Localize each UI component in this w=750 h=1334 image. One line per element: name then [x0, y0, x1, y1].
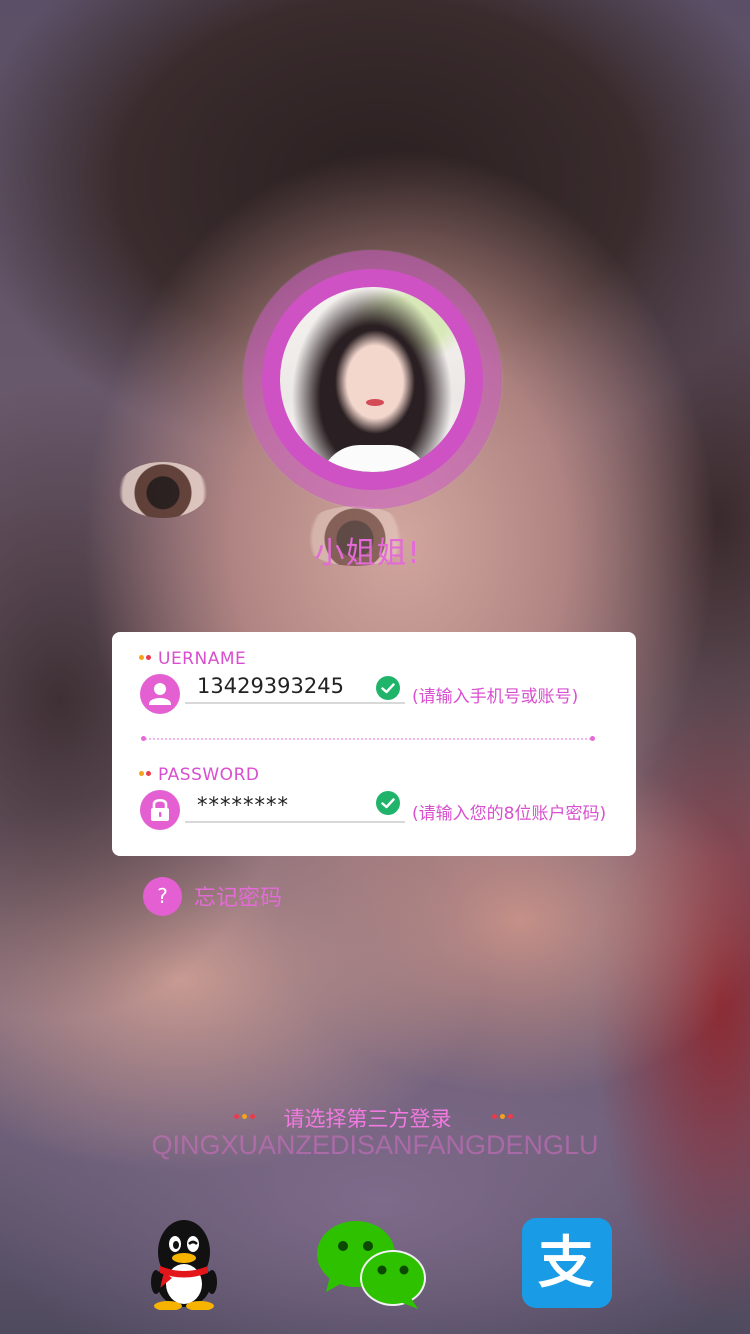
avatar[interactable]: [280, 287, 465, 472]
avatar-shirt: [320, 445, 430, 472]
avatar-ring-inner: [262, 269, 483, 490]
alipay-login-button[interactable]: 支: [522, 1218, 612, 1310]
third-party-pinyin: QINGXUANZEDISANFANGDENGLU: [151, 1130, 599, 1160]
wechat-login-button[interactable]: [316, 1218, 428, 1310]
username-hint: (请输入手机号或账号): [412, 687, 579, 707]
forgot-password-link[interactable]: ? 忘记密码: [143, 876, 282, 916]
background-eye-left: [118, 462, 208, 518]
qq-penguin-icon: [151, 1220, 217, 1311]
password-hint: (请输入您的8位账户密码): [412, 804, 607, 824]
user-icon: [140, 674, 180, 714]
label-dots: [139, 771, 157, 777]
nickname: 小姐姐!: [314, 536, 421, 571]
lock-icon: [140, 790, 180, 830]
login-card: UERNAME (请输入手机号或账号) PASSWORD (请输入您的8位账户密…: [112, 632, 636, 856]
username-label: UERNAME: [139, 649, 246, 669]
label-dots: [139, 655, 157, 661]
avatar-lips: [366, 399, 384, 406]
forgot-password-label: 忘记密码: [194, 886, 283, 911]
alipay-icon: 支: [522, 1218, 612, 1308]
question-icon: ?: [143, 876, 182, 916]
username-check-icon: [376, 676, 400, 700]
password-check-icon: [376, 791, 400, 815]
title-dots-right: [492, 1114, 516, 1120]
svg-text:支: 支: [538, 1231, 594, 1296]
password-label: PASSWORD: [139, 765, 259, 785]
wechat-icon: [317, 1221, 426, 1309]
qq-login-button[interactable]: [146, 1218, 222, 1311]
username-input[interactable]: [185, 670, 405, 704]
password-input[interactable]: [185, 789, 405, 823]
third-party-title: 请选择第三方登录: [283, 1107, 452, 1131]
field-divider: [141, 736, 595, 741]
avatar-ring: [243, 250, 502, 509]
